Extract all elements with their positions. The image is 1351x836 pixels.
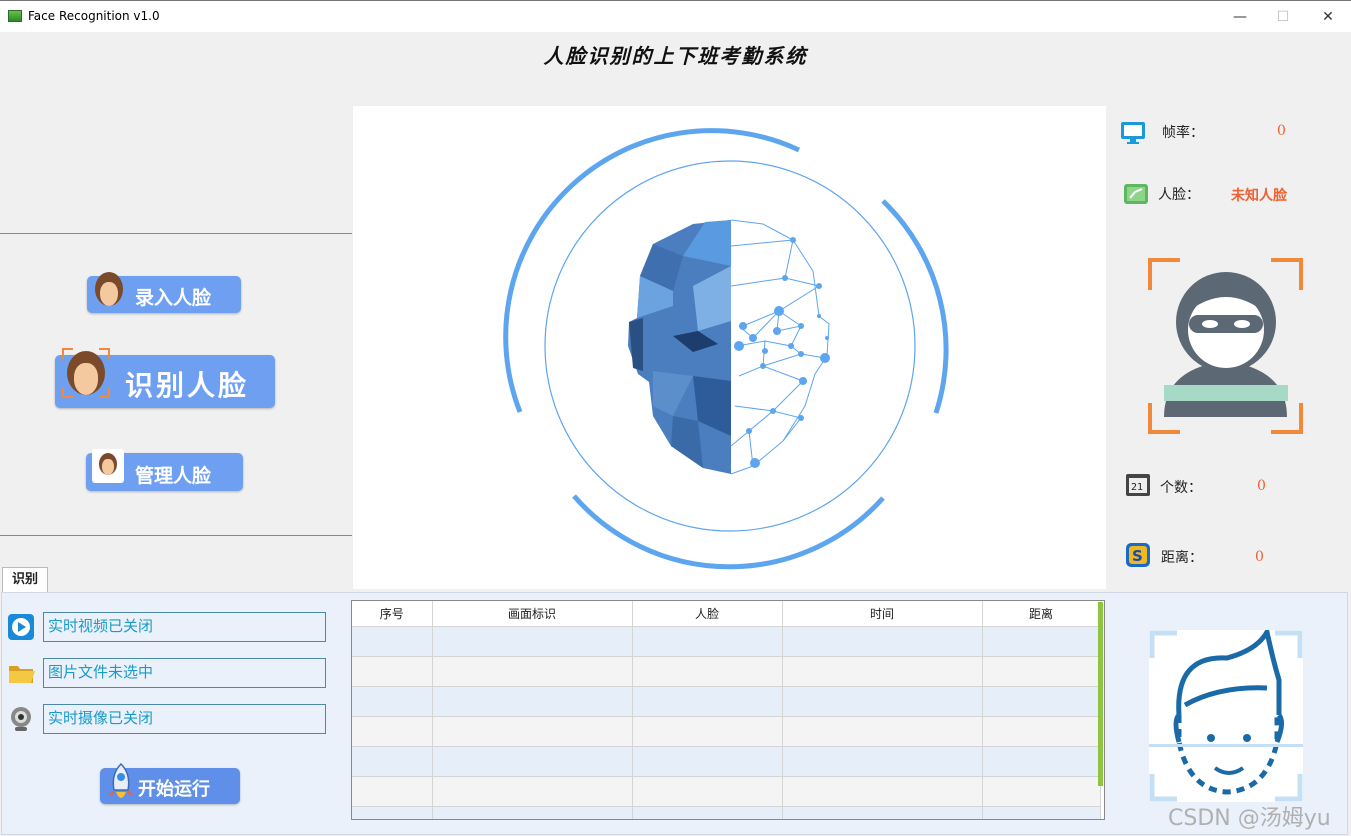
window-titlebar: Face Recognition v1.0 — ☐ ✕ (0, 0, 1351, 32)
video-status-field[interactable]: 实时视频已关闭 (43, 612, 326, 642)
sidebar-divider-bottom (0, 535, 352, 536)
video-play-icon[interactable] (7, 613, 35, 641)
female-avatar-icon (95, 272, 123, 306)
maximize-button[interactable]: ☐ (1260, 5, 1306, 29)
table-row[interactable] (352, 686, 1101, 717)
camera-status-field[interactable]: 实时摄像已关闭 (43, 704, 326, 734)
female-avatar-icon (99, 453, 117, 475)
monitor-icon (1121, 122, 1145, 144)
rocket-icon (108, 762, 134, 798)
distance-value: 0 (1255, 549, 1264, 565)
table-header-row: 序号 画面标识 人脸 时间 距离 (352, 601, 1101, 627)
id-card-icon (92, 449, 124, 483)
recognize-face-label: 识别人脸 (125, 369, 250, 402)
calendar-count-icon: 21 (1126, 474, 1150, 496)
fps-label: 帧率： (1162, 125, 1204, 141)
distance-label: 距离： (1161, 550, 1203, 566)
unknown-person-icon (1148, 258, 1303, 434)
table-scrollbar[interactable] (1098, 602, 1103, 786)
col-header-frame-id[interactable]: 画面标识 (432, 601, 633, 627)
distance-s-icon: S (1126, 543, 1150, 567)
results-table[interactable]: 序号 画面标识 人脸 时间 距离 (351, 600, 1105, 820)
manage-face-button[interactable]: 管理人脸 (86, 449, 243, 491)
image-status-field[interactable]: 图片文件未选中 (43, 658, 326, 688)
minimize-button[interactable]: — (1217, 5, 1263, 29)
window-title: Face Recognition v1.0 (28, 9, 160, 23)
fps-value: 0 (1277, 123, 1286, 139)
app-icon (8, 10, 22, 22)
count-value: 0 (1257, 478, 1266, 494)
face-value: 未知人脸 (1231, 188, 1287, 204)
count-label: 个数： (1160, 480, 1202, 496)
recognize-face-button[interactable]: 识别人脸 (55, 348, 275, 408)
watermark: CSDN @汤姆yu (1168, 806, 1331, 831)
female-avatar-icon (67, 351, 105, 395)
col-header-index[interactable]: 序号 (352, 601, 433, 627)
tab-recognize[interactable]: 识别 (2, 567, 48, 593)
enroll-face-label: 录入人脸 (135, 287, 212, 309)
table-row[interactable] (352, 746, 1101, 777)
manage-face-label: 管理人脸 (135, 465, 212, 487)
col-header-face[interactable]: 人脸 (632, 601, 783, 627)
sidebar-divider-top (0, 233, 352, 234)
folder-icon[interactable] (7, 659, 35, 687)
webcam-icon[interactable] (7, 705, 35, 733)
start-run-button[interactable]: 开始运行 (100, 762, 240, 804)
col-header-distance[interactable]: 距离 (982, 601, 1101, 627)
enroll-face-button[interactable]: 录入人脸 (87, 272, 241, 313)
svg-text:21: 21 (1131, 482, 1143, 493)
close-button[interactable]: ✕ (1305, 5, 1351, 29)
face-scan-icon (1149, 630, 1303, 802)
face-scan-illustration (503, 128, 949, 570)
table-row[interactable] (352, 716, 1101, 747)
table-row[interactable] (352, 656, 1101, 687)
table-row[interactable] (352, 806, 1101, 819)
face-label: 人脸： (1158, 187, 1200, 203)
col-header-time[interactable]: 时间 (782, 601, 983, 627)
table-row[interactable] (352, 626, 1101, 657)
face-id-icon (1124, 184, 1148, 204)
page-title: 人脸识别的上下班考勤系统 (543, 44, 808, 68)
start-run-label: 开始运行 (138, 779, 210, 800)
video-display (353, 106, 1106, 589)
svg-text:S: S (1132, 547, 1143, 565)
table-row[interactable] (352, 776, 1101, 807)
